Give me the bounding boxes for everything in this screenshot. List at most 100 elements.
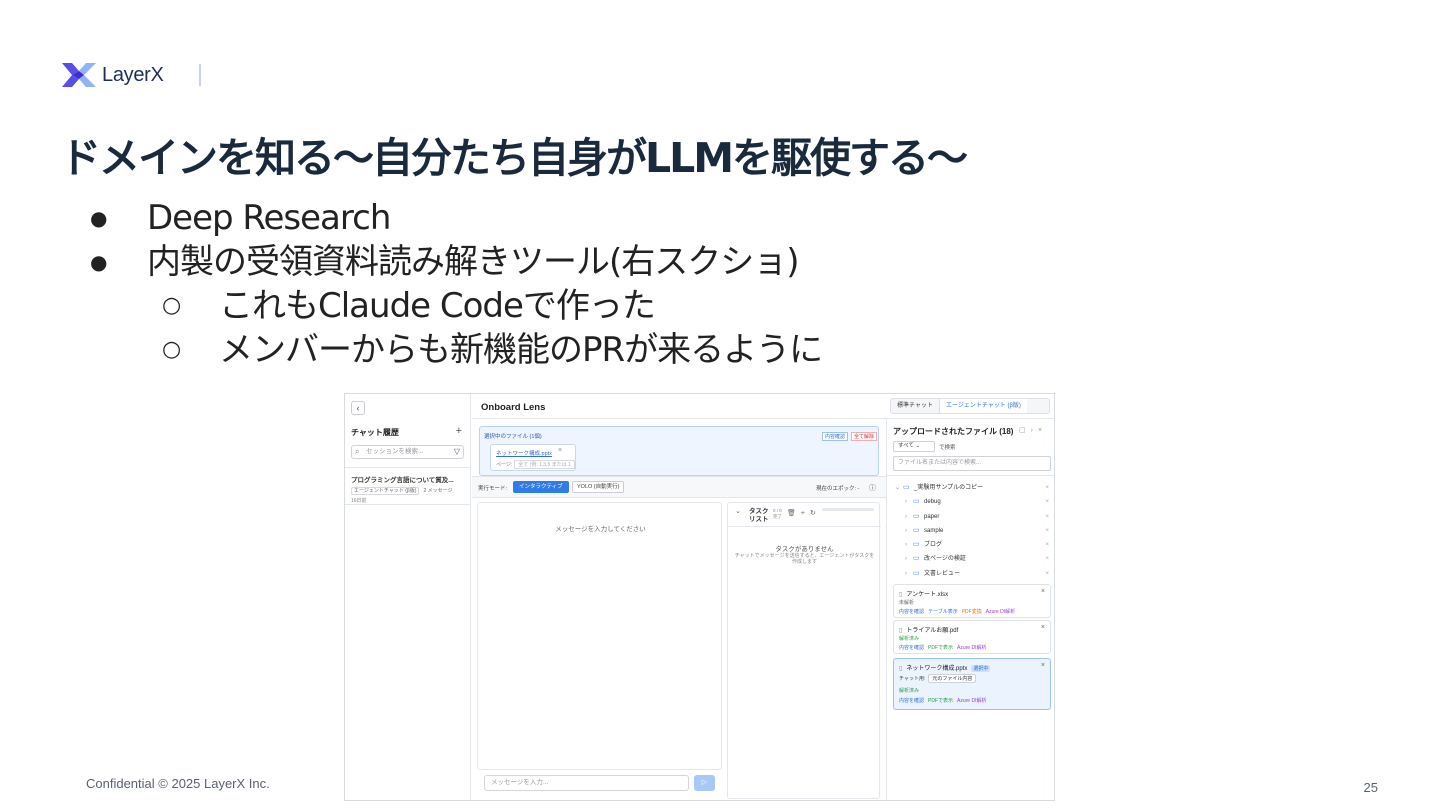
tree-folder[interactable]: › ▭ debug × <box>895 495 1053 509</box>
uploaded-files-title: アップロードされたファイル (18) <box>893 427 1014 436</box>
selected-files-panel: 選択中のファイル (1個) 内容確認 全て解除 ネットワーク構成.pptx × … <box>479 426 879 476</box>
chevron-right-icon: › <box>905 542 907 549</box>
file-name-text: トライアルお願.pdf <box>906 628 959 634</box>
chevron-right-icon: › <box>905 527 907 534</box>
azure-di-link[interactable]: Azure DI解析 <box>986 609 1015 615</box>
view-content-link[interactable]: 内容を確認 <box>899 698 924 704</box>
pages-input[interactable]: 全て (例: 1,3,5 または 1 <box>514 460 575 469</box>
chevron-right-icon[interactable]: › <box>1031 427 1038 434</box>
pages-field: ページ: 全て (例: 1,3,5 または 1 <box>496 460 575 469</box>
file-search-input[interactable]: ファイル名または内容で検索... <box>893 456 1051 471</box>
session-search-input[interactable]: ⌕ セッションを検索... ▽ <box>351 445 464 459</box>
remove-file-icon[interactable]: × <box>1041 624 1045 631</box>
file-card-selected[interactable]: ▯ ネットワーク構成.pptx 選択中 × チャット用: 元のファイル内容 解析済み … <box>893 658 1051 710</box>
folder-icon: ▭ <box>913 512 920 520</box>
tree-folder[interactable]: ⌄ ▭ _実験用サンプルのコピー × <box>895 481 1053 495</box>
pdf-view-link[interactable]: PDFで表示 <box>928 645 953 651</box>
clear-all-button[interactable]: 全て解除 <box>851 432 878 441</box>
bullet-list: ● Deep Research ● 内製の受領資料読み解きツール(右スクショ) ○ こ… <box>90 196 823 372</box>
file-name: ▯ トライアルお願.pdf <box>899 625 958 634</box>
trash-icon[interactable]: 🗑 <box>787 510 801 517</box>
folder-name: 文書レビュー <box>924 570 961 577</box>
sub-bullet-text: メンバーからも新機能のPRが来るように <box>219 330 823 370</box>
interactive-mode-button[interactable]: インタラクティブ <box>513 481 569 493</box>
remove-icon[interactable]: × <box>1045 567 1049 581</box>
remove-icon[interactable]: × <box>1045 481 1049 495</box>
chevron-left-icon: ‹ <box>356 403 360 413</box>
filter-icon[interactable]: ▽ <box>454 446 460 458</box>
file-icon: ▯ <box>899 628 903 634</box>
table-view-link[interactable]: テーブル表示 <box>928 609 958 615</box>
tree-folder[interactable]: › ▭ sample × <box>895 524 1053 538</box>
remove-icon[interactable]: × <box>1045 495 1049 509</box>
footer-copyright: Confidential © 2025 LayerX Inc. <box>86 776 270 791</box>
session-item[interactable]: プログラミング言語について質及... エージェントチャット (β版) 2 メッセー… <box>351 474 467 504</box>
session-search-placeholder: セッションを検索... <box>366 448 424 455</box>
chevron-right-icon: › <box>905 499 907 506</box>
filter-select[interactable]: すべて ⌄ <box>893 441 935 452</box>
session-count: 2 メッセージ <box>423 488 453 494</box>
remove-icon[interactable]: × <box>1045 538 1049 552</box>
file-card[interactable]: ▯ トライアルお願.pdf × 解析済み 内容を確認 PDFで表示 Azure DI解… <box>893 620 1051 654</box>
selected-file-name[interactable]: ネットワーク構成.pptx <box>496 449 552 457</box>
remove-icon[interactable]: × <box>1045 510 1049 524</box>
file-name-text: ネットワーク構成.pptx <box>906 666 968 672</box>
chat-source-select[interactable]: 元のファイル内容 <box>928 674 977 683</box>
task-progress-bar <box>822 508 874 511</box>
yolo-mode-button[interactable]: YOLO (自動実行) <box>572 481 625 493</box>
tree-folder[interactable]: › ▭ 文書レビュー × <box>895 567 1053 581</box>
azure-di-link[interactable]: Azure DI解析 <box>957 698 986 704</box>
session-title: プログラミング言語について質及... <box>351 477 454 484</box>
view-content-link[interactable]: 内容を確認 <box>899 609 924 615</box>
send-button[interactable]: ▷ <box>694 775 715 791</box>
tab-standard-chat[interactable]: 標準チャット <box>891 399 939 413</box>
file-card[interactable]: ▯ アンケート.xlsx × 未解析 内容を確認 テーブル表示 PDF変換 Azure … <box>893 584 1051 618</box>
azure-di-link[interactable]: Azure DI解析 <box>957 645 986 651</box>
file-actions: 内容を確認 PDFで表示 Azure DI解析 <box>899 644 986 651</box>
folder-add-icon[interactable]: ▢ <box>1019 427 1031 434</box>
chat-mode-tabs: 標準チャット エージェントチャット (β版) <box>890 398 1050 414</box>
uploaded-files-panel: アップロードされたファイル (18) ▢›× すべて ⌄ で検索 ファイル名また… <box>886 419 1054 800</box>
remove-file-icon[interactable]: × <box>1041 588 1045 595</box>
search-icon: ⌕ <box>355 447 360 456</box>
pdf-convert-link[interactable]: PDF変換 <box>962 609 982 615</box>
page-number: 25 <box>1363 780 1378 795</box>
task-list-title: タスク リスト <box>749 508 769 523</box>
new-chat-button[interactable]: + <box>456 425 462 437</box>
execution-mode-bar: 実行モード: インタラクティブ YOLO (自動実行) 現在のエポック: - ⓘ <box>472 476 886 498</box>
message-input[interactable]: メッセージを入力... <box>484 775 689 791</box>
plus-icon[interactable]: + <box>801 510 810 517</box>
tree-folder[interactable]: › ▭ 改ページの検証 × <box>895 552 1053 566</box>
folder-icon: ▭ <box>913 555 920 563</box>
help-icon[interactable]: ⓘ <box>869 483 876 493</box>
tree-folder[interactable]: › ▭ ブログ × <box>895 538 1053 552</box>
pdf-view-link[interactable]: PDFで表示 <box>928 698 953 704</box>
task-empty-sub: チャットでメッセージを送信すると、エージェントがタスクを作成します <box>734 553 875 565</box>
sub-bullet-text: これもClaude Codeで作った <box>219 286 656 326</box>
chat-empty-hint: メッセージを入力してください <box>555 526 646 533</box>
view-content-link[interactable]: 内容を確認 <box>899 645 924 651</box>
chat-source-label: チャット用: <box>899 676 926 682</box>
bullet-text: Deep Research <box>147 198 391 238</box>
remove-file-icon[interactable]: × <box>1041 662 1045 669</box>
session-date: 16日前 <box>351 498 367 504</box>
file-actions: 内容を確認 テーブル表示 PDF変換 Azure DI解析 <box>899 608 1015 615</box>
chevron-down-icon[interactable]: ⌄ <box>735 508 741 516</box>
main-panel: Onboard Lens 選択中のファイル (1個) 内容確認 全て解除 ネット… <box>472 394 886 800</box>
logo-text: LayerX <box>102 63 164 86</box>
tab-agent-chat[interactable]: エージェントチャット (β版) <box>938 399 1027 413</box>
pages-label: ページ: <box>496 462 513 468</box>
filter-label: で検索 <box>939 445 956 451</box>
refresh-icon[interactable]: ↻ <box>810 510 821 517</box>
confirm-content-button[interactable]: 内容確認 <box>822 432 849 441</box>
divider <box>345 467 471 468</box>
tree-folder[interactable]: › ▭ paper × <box>895 510 1053 524</box>
remove-file-icon[interactable]: × <box>558 447 562 454</box>
app-title: Onboard Lens <box>481 402 546 413</box>
remove-icon[interactable]: × <box>1045 552 1049 566</box>
remove-icon[interactable]: × <box>1045 524 1049 538</box>
close-icon[interactable]: × <box>1038 427 1047 434</box>
chat-source: チャット用: 元のファイル内容 <box>899 674 977 683</box>
app-screenshot: ‹ チャット履歴 + ⌕ セッションを検索... ▽ プログラミング言語について… <box>344 393 1055 801</box>
back-button[interactable]: ‹ <box>351 401 365 415</box>
